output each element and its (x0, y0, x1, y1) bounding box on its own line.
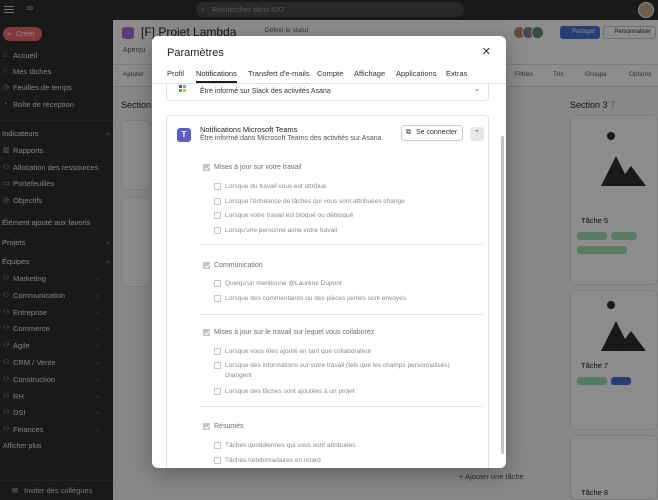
modal-title: Paramètres (167, 47, 224, 59)
slack-description: Être informé sur Slack des activités Asa… (200, 88, 331, 95)
external-link-icon: ⧉ (406, 129, 411, 136)
teams-integration: T Notifications Microsoft Teams Être inf… (166, 115, 489, 468)
checkbox[interactable] (214, 227, 221, 234)
teams-title: Notifications Microsoft Teams (200, 125, 298, 134)
teams-description: Être informé dans Microsoft Teams des ac… (200, 135, 382, 142)
notification-option[interactable]: Lorsqu'une personne aime votre travail (214, 226, 337, 236)
slack-icon (179, 85, 186, 92)
notifications-panel: Être informé sur Slack des activités Asa… (152, 84, 506, 468)
slack-integration: Être informé sur Slack des activités Asa… (166, 84, 489, 101)
notification-option[interactable]: Lorsque des informations sur votre trava… (214, 361, 475, 381)
checkbox[interactable] (203, 329, 210, 336)
checkbox[interactable] (214, 280, 221, 287)
checkbox[interactable] (203, 262, 210, 269)
chevron-up-icon[interactable]: ⌃ (470, 127, 484, 141)
tab-notifications[interactable]: Notifications (196, 69, 237, 83)
tab-profile[interactable]: Profil (167, 69, 184, 83)
divider (200, 406, 483, 407)
checkbox[interactable] (214, 388, 221, 395)
divider (200, 244, 483, 245)
notification-group[interactable]: Résumés (203, 422, 244, 432)
chevron-down-icon[interactable]: ⌄ (470, 85, 484, 96)
notification-option[interactable]: Lorsque votre travail est bloqué ou débl… (214, 211, 353, 221)
checkbox[interactable] (214, 362, 221, 369)
notification-option[interactable]: Lorsque du travail vous est attribué (214, 182, 326, 192)
settings-tabs: Profil Notifications Transfert d'e-mails… (152, 67, 506, 84)
checkbox[interactable] (214, 212, 221, 219)
divider (200, 314, 483, 315)
tab-extras[interactable]: Extras (446, 69, 467, 83)
microsoft-teams-icon: T (177, 128, 191, 142)
notification-option[interactable]: Tâches quotidiennes qui vous sont attrib… (214, 441, 355, 451)
tab-email-forwarding[interactable]: Transfert d'e-mails (248, 69, 310, 83)
notification-group[interactable]: Mises à jour sur votre travail (203, 163, 302, 173)
notification-group[interactable]: Mises à jour sur le travail sur lequel v… (203, 328, 374, 338)
checkbox[interactable] (214, 348, 221, 355)
settings-modal: Paramètres ✕ Profil Notifications Transf… (152, 36, 506, 468)
connect-button[interactable]: ⧉ Se connecter (401, 125, 464, 141)
notification-option[interactable]: Lorsque vous êtes ajouté en tant que col… (214, 347, 371, 357)
tab-apps[interactable]: Applications (396, 69, 436, 83)
notification-option[interactable]: Lorsque l'échéance de tâches qui vous so… (214, 197, 405, 207)
checkbox[interactable] (214, 183, 221, 190)
notification-option[interactable]: Lorsque des tâches sont ajoutées à un pr… (214, 387, 355, 397)
checkbox[interactable] (214, 295, 221, 302)
tab-display[interactable]: Affichage (354, 69, 385, 83)
scrollbar[interactable] (501, 136, 504, 454)
notification-option[interactable]: Lorsque des commentaires ou des pièces j… (214, 294, 406, 304)
tab-account[interactable]: Compte (317, 69, 343, 83)
notification-option[interactable]: Tâches hebdomadaires en retard (214, 456, 321, 466)
checkbox[interactable] (214, 198, 221, 205)
close-icon[interactable]: ✕ (482, 45, 491, 58)
checkbox[interactable] (214, 457, 221, 464)
checkbox[interactable] (203, 423, 210, 430)
checkbox[interactable] (214, 442, 221, 449)
notification-option[interactable]: Quelqu'un mentionne @Laurène Dupont (214, 279, 342, 289)
checkbox[interactable] (203, 164, 210, 171)
notification-group[interactable]: Communication (203, 261, 263, 271)
